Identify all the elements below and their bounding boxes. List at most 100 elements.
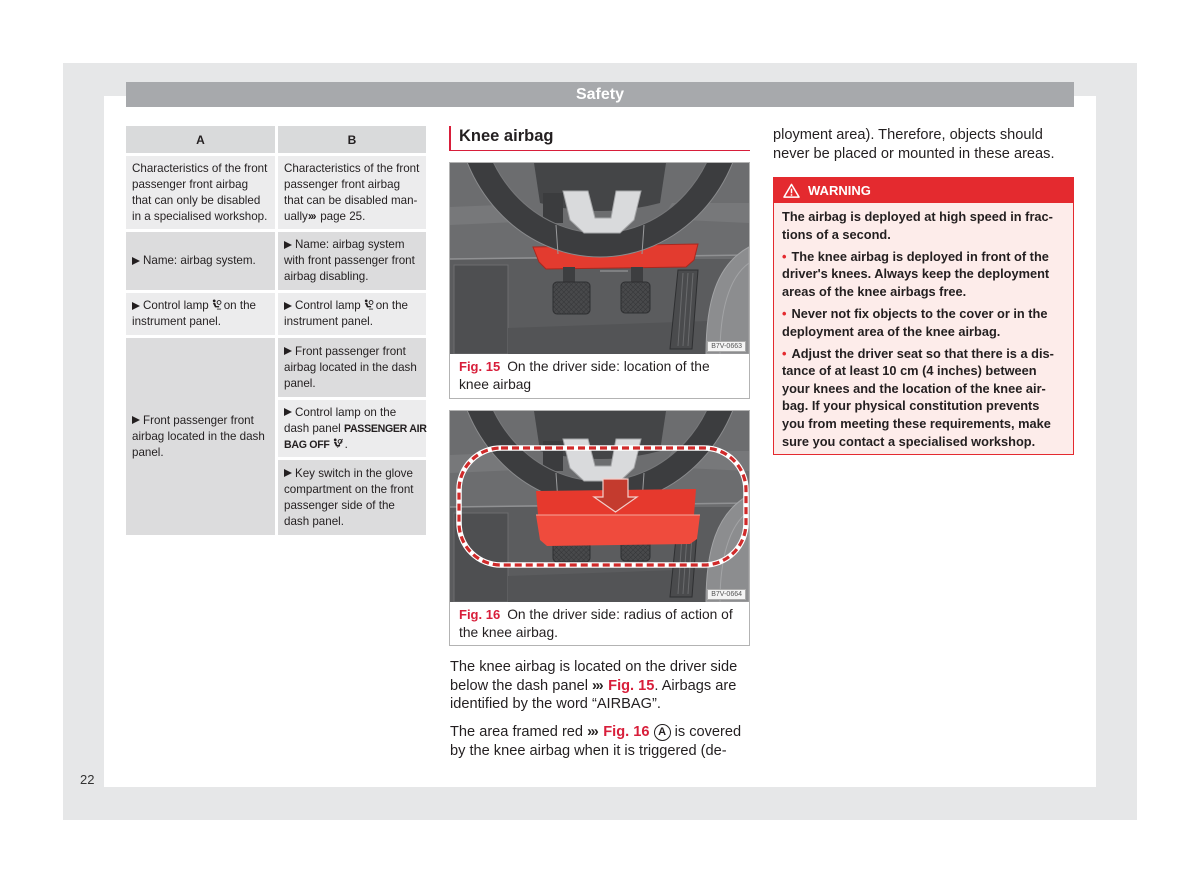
cell-text-line: instrument panel.: [132, 315, 221, 328]
cross-reference-arrows-icon: ›››: [587, 724, 599, 740]
knee-airbag-radius-illustration: [450, 411, 749, 602]
cell-text-line: Control lamp on the: [284, 298, 408, 314]
cell-text: Name: airbag system.: [132, 253, 256, 269]
warning-text-line: driver's knees. Always keep the deployme…: [782, 266, 1050, 282]
warning-header: WARNING: [774, 178, 1073, 203]
cell-text-line: ually››› page 25.: [284, 209, 419, 225]
cell-text: Control lamp on the instrument panel.: [132, 298, 256, 330]
warning-triangle-icon: [783, 183, 800, 198]
triangle-right-bullet-icon: [284, 469, 292, 477]
cell-text-segment: on the: [375, 299, 408, 312]
cell-text-line: airbag located in the dash: [284, 360, 417, 374]
table-cell: Name: airbag system.: [126, 232, 275, 290]
body-text-segment: is covered: [674, 724, 742, 740]
warning-box: WARNING The airbag is deployed at high s…: [773, 177, 1074, 455]
cell-text: Characteristics of the front passenger f…: [284, 161, 419, 225]
warning-bullet-item: • Never not fix objects to the cover or i…: [782, 305, 1073, 340]
table-cell: Control lamp on the dash panel PASSENGER…: [278, 400, 427, 457]
bullet-dot-icon: •: [782, 305, 787, 321]
cell-text: Front passenger front airbag located in …: [132, 413, 265, 461]
cell-text-segment: Control lamp: [295, 299, 361, 312]
cell-text-segment: Control lamp: [143, 299, 209, 312]
cell-text-line: passenger front airbag: [284, 177, 401, 191]
airbag-control-lamp-icon: [364, 299, 374, 310]
cell-text: Control lamp on the dash panel PASSENGER…: [284, 405, 427, 453]
column-header-label: A: [196, 132, 205, 147]
page-number: 22: [80, 772, 95, 787]
triangle-right-bullet-icon: [132, 416, 140, 424]
cell-text-segment: ually: [284, 209, 308, 223]
table-cell: Key switch in the glove compartment on t…: [278, 460, 426, 535]
section-header-bar: Safety: [126, 82, 1074, 107]
cell-text-segment: Control lamp on the: [295, 405, 397, 419]
cell-text-segment: Front passenger front: [295, 344, 406, 358]
warning-bullet-item: • Adjust the driver seat so that there is…: [782, 345, 1073, 451]
image-code: B7V-0663: [707, 341, 746, 352]
cell-text-line: passenger side of the: [284, 498, 395, 512]
fig-16-link[interactable]: Fig. 16: [603, 724, 649, 740]
body-text-line: The area framed red ››› Fig. 16 A is cov…: [450, 723, 741, 742]
airbag-control-lamp-icon: [212, 299, 222, 310]
body-text-segment: . Airbags are: [654, 677, 737, 694]
warning-bullet-item: • The knee airbag is deployed in front of…: [782, 248, 1073, 301]
side-panel: [453, 264, 509, 354]
knee-airbag-location-illustration: [450, 163, 749, 354]
body-text-line: below the dash panel ››› Fig. 15. Airbag…: [450, 677, 737, 696]
figure-label: Fig. 15: [459, 359, 501, 374]
cell-text-segment: Front passenger front: [143, 413, 254, 427]
table-cell: Characteristics of the front passenger f…: [126, 156, 275, 229]
cell-text-line: dash panel PASSENGER AIR: [284, 421, 427, 437]
cell-text-line: panel.: [132, 445, 164, 459]
warning-text-line: tance of at least 10 cm (4 inches) betwe…: [782, 363, 1037, 379]
triangle-right-bullet-icon: [284, 408, 292, 416]
cell-text-line: with front passenger front: [284, 254, 415, 267]
warning-text-line: your knees and the location of the knee …: [782, 380, 1046, 396]
cell-text-line: airbag disabling.: [284, 270, 369, 283]
cell-text-line: airbag located in the dash: [132, 429, 265, 443]
section-heading-text: Knee airbag: [459, 127, 554, 145]
control-lamp-label: BAG OFF: [284, 438, 330, 451]
cell-text: Key switch in the glove compartment on t…: [284, 466, 414, 530]
warning-text-line: sure you contact a specialised workshop.: [782, 433, 1036, 449]
figure-label: Fig. 16: [459, 607, 501, 622]
cell-text-segment: Name: airbag system.: [143, 254, 256, 267]
warning-intro: The airbag is deployed at high speed in …: [782, 208, 1073, 243]
triangle-right-bullet-icon: [284, 301, 292, 310]
caption-line: the knee airbag.: [459, 624, 558, 640]
warning-text-line: deployment area of the knee airbag.: [782, 323, 1001, 339]
column-header-b: B: [278, 126, 426, 153]
body-paragraph: The area framed red ››› Fig. 16 A is cov…: [450, 723, 741, 760]
section-heading: Knee airbag: [449, 126, 750, 151]
knee-airbag-deployed: [536, 515, 700, 546]
caption-line: knee airbag: [459, 376, 532, 392]
triangle-right-bullet-icon: [284, 347, 292, 355]
cell-text-line: dash panel.: [284, 514, 344, 528]
section-title: Safety: [575, 86, 625, 103]
caption-text: On the driver side: radius of action of: [507, 607, 733, 622]
caption-line: Fig. 16 On the driver side: radius of act…: [459, 606, 740, 624]
triangle-right-bullet-icon: [132, 301, 140, 310]
warning-text-line: • Adjust the driver seat so that there is…: [782, 345, 1073, 363]
warning-text-line: tions of a second.: [782, 226, 891, 242]
table-cell: Front passenger front airbag located in …: [126, 338, 275, 535]
page-25-link[interactable]: page 25.: [320, 210, 365, 223]
table-cell: Front passenger front airbag located in …: [278, 338, 426, 397]
cell-text: Name: airbag system with front passenger…: [284, 237, 415, 285]
caption-text: On the driver side: location of the: [507, 359, 710, 374]
cell-text-line: BAG OFF.: [284, 437, 427, 453]
table-cell: Control lamp on the instrument panel.: [278, 293, 426, 335]
cell-text-line: Characteristics of the front: [132, 161, 268, 175]
cross-reference-arrows-icon: ›››: [592, 677, 604, 694]
cell-text-line: instrument panel.: [284, 315, 373, 328]
body-paragraph-continued: ployment area). Therefore, objects shoul…: [773, 126, 1055, 163]
bullet-dot-icon: •: [782, 345, 787, 361]
body-text-line: identified by the word “AIRBAG”.: [450, 696, 661, 712]
figure-image: B7V-0663: [450, 163, 749, 354]
cell-text-line: Control lamp on the: [132, 298, 256, 314]
warning-text-line: you from meeting these requirements, mak…: [782, 416, 1051, 432]
triangle-right-bullet-icon: [284, 240, 292, 249]
figure-caption: Fig. 16 On the driver side: radius of act…: [450, 602, 749, 641]
passenger-airbag-off-icon: [333, 437, 343, 448]
fig-15-link[interactable]: Fig. 15: [608, 678, 654, 694]
cell-text-line: in a specialised workshop.: [132, 209, 268, 223]
